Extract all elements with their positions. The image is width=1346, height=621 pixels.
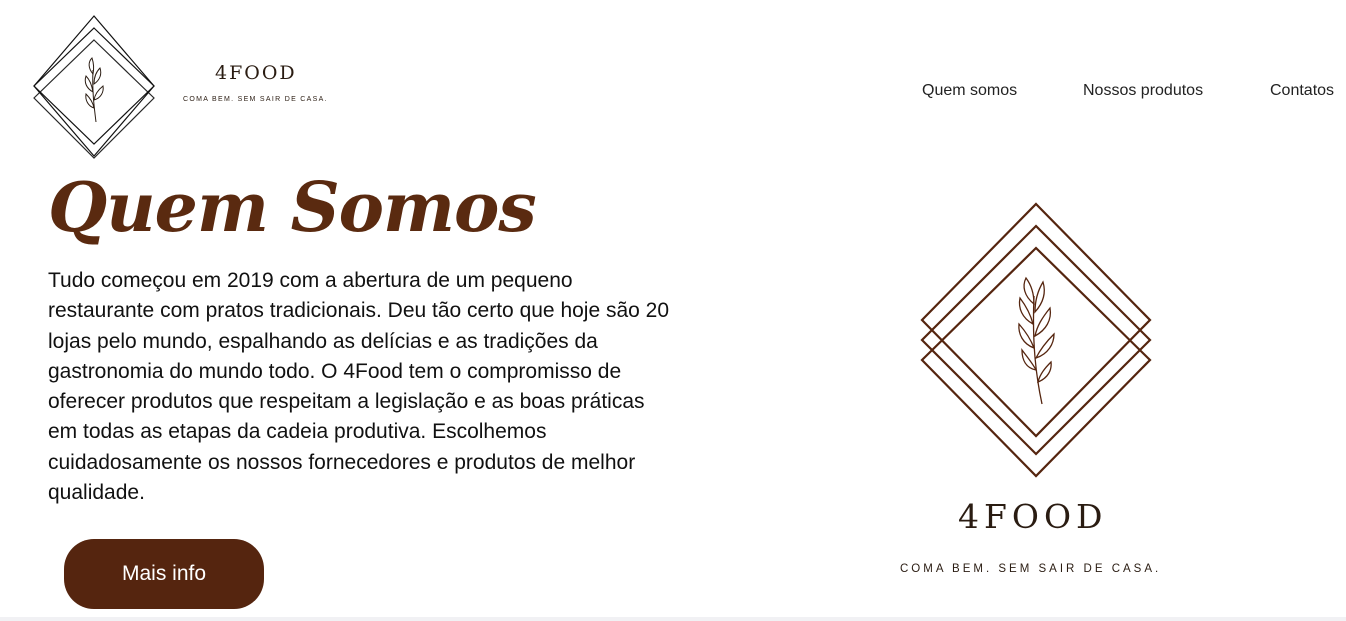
bottom-divider (0, 617, 1346, 621)
brand-name: 4FOOD (215, 62, 297, 84)
hero-tagline: COMA BEM. SEM SAIR DE CASA. (900, 563, 1162, 575)
page-title: Quem Somos (48, 168, 537, 248)
main-nav: Quem somos Nossos produtos Contatos (0, 82, 1346, 104)
more-info-button[interactable]: Mais info (64, 539, 264, 609)
hero-brand-name: 4FOOD (958, 497, 1108, 536)
nav-item-contatos[interactable]: Contatos (1270, 82, 1334, 100)
nav-item-quem-somos[interactable]: Quem somos (922, 82, 1017, 100)
nav-item-nossos-produtos[interactable]: Nossos produtos (1083, 82, 1203, 100)
hero-leaf-diamond-logo-icon (916, 200, 1156, 485)
intro-paragraph: Tudo começou em 2019 com a abertura de u… (48, 269, 670, 505)
